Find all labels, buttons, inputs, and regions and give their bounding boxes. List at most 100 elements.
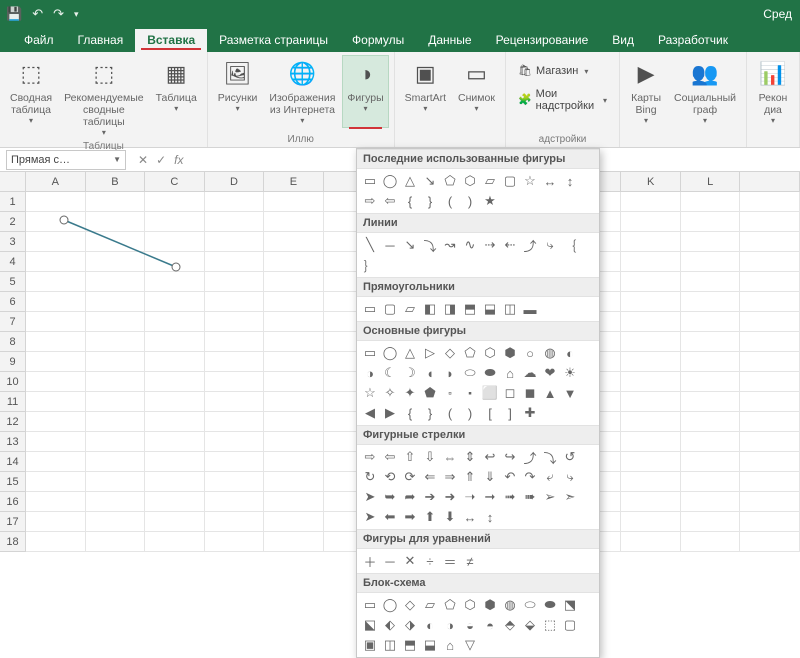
row-header[interactable]: 18 (0, 532, 26, 552)
shape-option[interactable]: ⬕ (361, 616, 379, 634)
cell[interactable] (26, 192, 86, 212)
cell[interactable] (740, 252, 800, 272)
shape-option[interactable]: ★ (481, 192, 499, 210)
shape-option[interactable]: ⬜ (481, 384, 499, 402)
shape-option[interactable]: [ (481, 404, 499, 422)
column-header[interactable]: B (86, 172, 146, 191)
cell[interactable] (205, 352, 265, 372)
cell[interactable] (26, 332, 86, 352)
shape-option[interactable]: ⤵ (421, 236, 439, 254)
cell[interactable] (264, 492, 324, 512)
shape-option[interactable]: ⤷ (561, 468, 579, 486)
shape-option[interactable]: ⇩ (421, 448, 439, 466)
cell[interactable] (26, 452, 86, 472)
shape-option[interactable]: ↶ (501, 468, 519, 486)
shape-option[interactable]: ⇔ (441, 448, 459, 466)
cell[interactable] (86, 412, 146, 432)
cell[interactable] (621, 332, 681, 352)
shape-option[interactable]: ☁ (521, 364, 539, 382)
cell[interactable] (621, 212, 681, 232)
cell[interactable] (740, 372, 800, 392)
shape-option[interactable]: ⤷ (541, 236, 559, 254)
cell[interactable] (205, 372, 265, 392)
tab-данные[interactable]: Данные (416, 29, 483, 52)
cell[interactable] (681, 212, 741, 232)
shape-option[interactable]: ◀ (361, 404, 379, 422)
cell[interactable] (264, 292, 324, 312)
ribbon-pivot-rec[interactable]: ⬚Рекомендуемыесводные таблицы▾ (60, 56, 148, 139)
cell[interactable] (86, 232, 146, 252)
cell[interactable] (681, 412, 741, 432)
shape-option[interactable]: ☆ (361, 384, 379, 402)
shape-option[interactable]: ⬝ (461, 384, 479, 402)
cell[interactable] (205, 292, 265, 312)
shape-option[interactable]: ⌂ (501, 364, 519, 382)
shape-option[interactable]: ╲ (361, 236, 379, 254)
shape-option[interactable]: ❤ (541, 364, 559, 382)
shape-option[interactable]: ⬖ (381, 616, 399, 634)
shape-option[interactable]: ▽ (461, 636, 479, 654)
shape-option[interactable]: ⇧ (401, 448, 419, 466)
enter-icon[interactable]: ✓ (156, 153, 166, 167)
shape-option[interactable]: ▱ (421, 596, 439, 614)
cell[interactable] (621, 512, 681, 532)
shape-option[interactable]: ◒ (461, 616, 479, 634)
select-all-corner[interactable] (0, 172, 26, 191)
shape-option[interactable]: ◑ (361, 364, 379, 382)
tab-разработчик[interactable]: Разработчик (646, 29, 740, 52)
cell[interactable] (145, 532, 205, 552)
row-header[interactable]: 6 (0, 292, 26, 312)
shape-option[interactable]: ⤵ (541, 448, 559, 466)
cell[interactable] (26, 212, 86, 232)
cell[interactable] (205, 392, 265, 412)
shape-option[interactable]: ⬆ (421, 508, 439, 526)
column-header[interactable]: A (26, 172, 86, 191)
cell[interactable] (621, 432, 681, 452)
shape-option[interactable]: ⬒ (461, 300, 479, 318)
cell[interactable] (681, 192, 741, 212)
shape-option[interactable]: ◯ (381, 596, 399, 614)
cell[interactable] (205, 332, 265, 352)
cell[interactable] (145, 332, 205, 352)
shape-option[interactable]: ⬓ (421, 636, 439, 654)
shape-option[interactable]: ➣ (561, 488, 579, 506)
shape-option[interactable]: ◑ (441, 616, 459, 634)
tab-файл[interactable]: Файл (12, 29, 66, 52)
cell[interactable] (26, 252, 86, 272)
shape-option[interactable]: ⇑ (461, 468, 479, 486)
cell[interactable] (681, 232, 741, 252)
column-header[interactable]: C (145, 172, 205, 191)
cell[interactable] (205, 212, 265, 232)
shape-option[interactable]: ➝ (461, 488, 479, 506)
row-header[interactable]: 1 (0, 192, 26, 212)
shape-option[interactable]: ➜ (441, 488, 459, 506)
shape-option[interactable]: ▢ (501, 172, 519, 190)
row-header[interactable]: 4 (0, 252, 26, 272)
cell[interactable] (145, 452, 205, 472)
shape-option[interactable]: ⬙ (521, 616, 539, 634)
cell[interactable] (681, 252, 741, 272)
shape-option[interactable]: ◍ (541, 344, 559, 362)
shape-option[interactable]: ⇨ (361, 448, 379, 466)
shape-option[interactable]: ÷ (421, 552, 439, 570)
tab-формулы[interactable]: Формулы (340, 29, 416, 52)
cell[interactable] (264, 212, 324, 232)
cell[interactable] (621, 252, 681, 272)
cell[interactable] (264, 312, 324, 332)
cell[interactable] (145, 312, 205, 332)
shape-option[interactable]: ( (441, 404, 459, 422)
shape-option[interactable]: ⌂ (441, 636, 459, 654)
shape-option[interactable]: ➥ (381, 488, 399, 506)
shape-option[interactable]: ◼ (521, 384, 539, 402)
cell[interactable] (681, 332, 741, 352)
shape-option[interactable]: ✦ (401, 384, 419, 402)
fx-icon[interactable]: fx (174, 153, 183, 167)
shape-option[interactable]: ▱ (481, 172, 499, 190)
shape-option[interactable]: ─ (381, 236, 399, 254)
shape-option[interactable]: { (401, 192, 419, 210)
cell[interactable] (264, 372, 324, 392)
shape-option[interactable]: ▲ (541, 384, 559, 402)
cell[interactable] (740, 492, 800, 512)
cell[interactable] (740, 232, 800, 252)
save-icon[interactable]: 💾 (6, 6, 22, 22)
